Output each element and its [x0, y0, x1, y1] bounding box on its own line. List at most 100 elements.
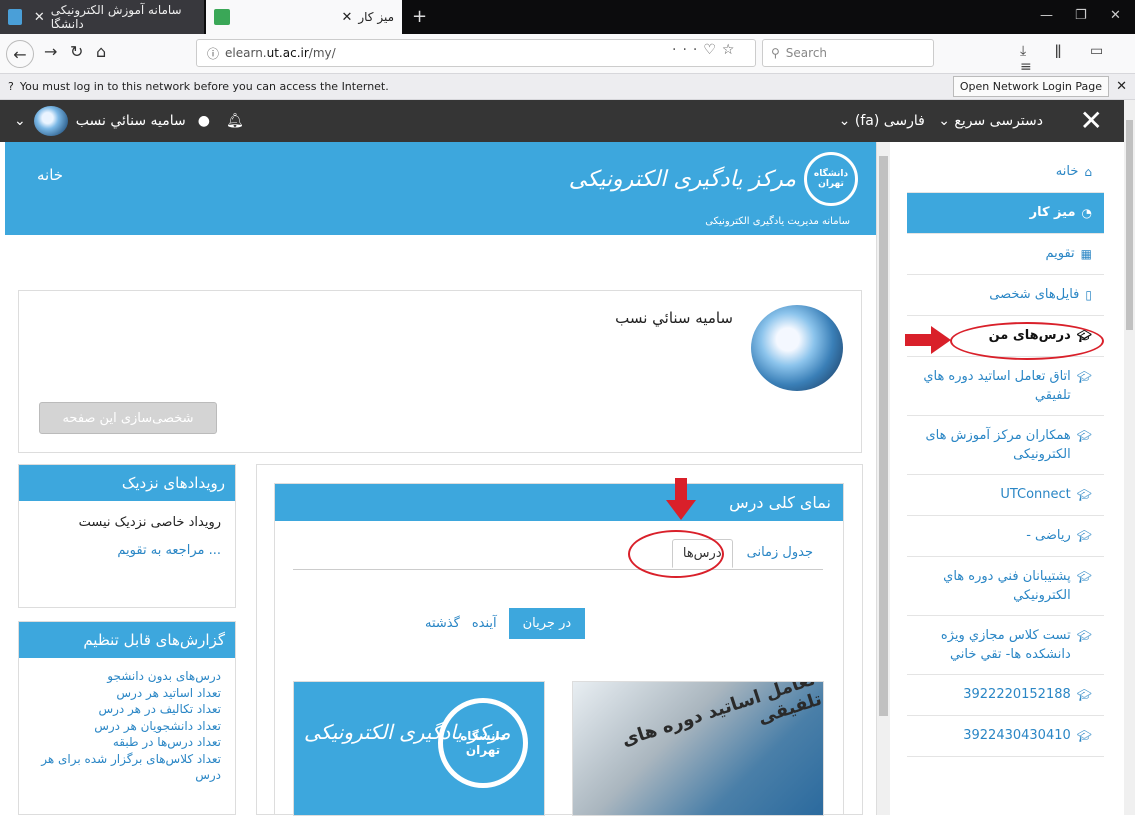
help-icon: ?	[8, 80, 14, 93]
site-favicon-icon	[214, 9, 230, 25]
browser-tab-bar: ✕ سامانه آموزش الکترونیکی دانشگا ✕ میز کا…	[0, 0, 1135, 34]
annotation-arrow-down-icon	[666, 478, 696, 520]
profile-header: سامیه سنائي نسب شخصی‌سازی این صفحه	[18, 290, 862, 453]
notification-bar: ? You must log in to this network before…	[0, 74, 1135, 100]
search-placeholder: Search	[785, 46, 828, 60]
close-tab-icon[interactable]: ✕	[341, 10, 352, 25]
site-logo[interactable]: دانشگاه تهران مرکز یادگیری الکترونیکی سا…	[568, 152, 858, 227]
in-progress-button[interactable]: در جریان	[508, 608, 586, 639]
close-notification-icon[interactable]: ✕	[1116, 79, 1127, 94]
graduation-cap-icon: 🎓︎	[1076, 570, 1092, 584]
graduation-cap-icon: 🎓︎	[1076, 529, 1092, 543]
scrollbar-thumb[interactable]	[1126, 120, 1133, 330]
graduation-cap-icon: 🎓︎	[1076, 370, 1092, 384]
new-tab-icon[interactable]: +	[412, 6, 427, 27]
page-banner: خانه دانشگاه تهران مرکز یادگیری الکترونی…	[5, 142, 876, 235]
graduation-cap-icon: 🎓︎	[1076, 688, 1092, 702]
report-link[interactable]: درس‌های بدون دانشجو	[33, 668, 221, 685]
course-card-image-text: مرکز یادگیری الکترونیکی	[304, 720, 511, 744]
quick-access-menu[interactable]: دسترسی سریع ⌄	[938, 113, 1043, 129]
course-status-filter: در جریان آینده گذشته	[425, 608, 586, 639]
upcoming-events-block: رویدادهای نزدیک رویداد خاصی نزدیک نیست .…	[18, 464, 236, 608]
block-title: نمای کلی درس	[275, 484, 843, 521]
toolbar-icons[interactable]: ⤓ ǁ ▭ ≡	[1020, 43, 1135, 75]
profile-name: سامیه سنائي نسب	[615, 309, 733, 327]
message-icon[interactable]: ●	[198, 113, 210, 129]
home-icon: ⌂	[1084, 165, 1092, 179]
close-drawer-icon[interactable]: ✕	[1080, 104, 1103, 137]
site-favicon-icon	[8, 9, 22, 25]
avatar	[33, 106, 68, 136]
graduation-cap-icon: 🎓︎	[1076, 488, 1092, 502]
drawer-item-course[interactable]: 🎓︎ UTConnect	[907, 475, 1104, 516]
course-card[interactable]: تعامل اساتید دوره های تلفیقی	[572, 681, 824, 816]
language-menu[interactable]: فارسی (fa) ⌄	[839, 113, 925, 129]
profile-avatar[interactable]	[751, 305, 843, 391]
report-link[interactable]: تعداد درس‌ها در طبقه	[33, 734, 221, 751]
scrollbar-thumb[interactable]	[879, 156, 888, 716]
user-menu[interactable]: ⌄ سامیه سنائي نسب ● 🔔︎	[14, 106, 244, 136]
minimize-icon[interactable]: —	[1040, 8, 1053, 23]
tab-dashboard[interactable]: ✕ میز کار	[206, 0, 402, 34]
restore-icon[interactable]: ❐	[1075, 8, 1087, 23]
calendar-icon: ▦	[1080, 247, 1092, 261]
drawer-scrollbar[interactable]	[1124, 100, 1135, 815]
go-to-calendar-link[interactable]: ... مراجعه به تقویم	[19, 533, 235, 568]
report-link[interactable]: تعداد تکالیف در هر درس	[33, 701, 221, 718]
report-link[interactable]: تعداد دانشجويان هر درس	[33, 718, 221, 735]
university-seal-icon: دانشگاه تهران	[804, 152, 858, 206]
drawer-item-course[interactable]: 🎓︎ همکاران مرکز آموزش های الکترونیکی	[907, 416, 1104, 475]
tab-timeline[interactable]: جدول زمانی	[737, 539, 823, 566]
drawer-item-calendar[interactable]: ▦ تقویم	[907, 234, 1104, 275]
course-card[interactable]: دانشگاه تهران مرکز یادگیری الکترونیکی	[293, 681, 545, 816]
customize-page-button[interactable]: شخصی‌سازی این صفحه	[39, 402, 217, 434]
drawer-item-dashboard[interactable]: ◔ میز کار	[907, 193, 1104, 234]
drawer-item-course[interactable]: 🎓︎ ریاضی -	[907, 516, 1104, 557]
tab-elearning[interactable]: ✕ سامانه آموزش الکترونیکی دانشگا	[0, 0, 204, 34]
drawer-item-course[interactable]: 🎓︎ اتاق تعامل اساتید دوره هاي تلفيقي	[907, 357, 1104, 416]
drawer-item-course[interactable]: 🎓︎ 3922220152188	[907, 675, 1104, 716]
user-name: سامیه سنائي نسب	[75, 113, 186, 129]
chevron-down-icon: ⌄	[14, 113, 26, 129]
drawer-item-home[interactable]: ⌂ خانه	[907, 142, 1104, 193]
drawer-item-private-files[interactable]: ▯ فایل‌های شخصی	[907, 275, 1104, 316]
close-window-icon[interactable]: ✕	[1110, 8, 1121, 23]
nav-menus: دسترسی سریع ⌄ فارسی (fa) ⌄	[839, 113, 1043, 129]
notification-text: You must log in to this network before y…	[19, 80, 389, 93]
url-domain: ut.ac.ir	[266, 46, 309, 60]
future-button[interactable]: آینده	[472, 616, 497, 631]
report-link[interactable]: تعداد کلاس‌های برگزار شده برای هر درس	[33, 751, 221, 784]
back-icon[interactable]: ←	[6, 40, 34, 68]
home-icon[interactable]: ⌂	[96, 42, 106, 61]
no-events-text: رویداد خاصی نزدیک نیست	[78, 515, 221, 530]
drawer-item-course[interactable]: 🎓︎ تست کلاس مجازي ويژه دانشکده ها- تقي خا…	[907, 616, 1104, 675]
main-scrollbar[interactable]	[876, 142, 890, 815]
annotation-arrow-right-icon	[905, 326, 951, 354]
url-path: /my/	[308, 46, 336, 60]
forward-icon[interactable]: →	[44, 42, 57, 61]
search-input[interactable]: ⚲ Search	[762, 39, 934, 67]
page-actions-icon[interactable]: ···♡☆	[672, 42, 740, 58]
tab-label: سامانه آموزش الکترونیکی دانشگا	[50, 3, 182, 31]
block-title: رویدادهای نزدیک	[19, 465, 235, 501]
browser-nav-bar: ← → ↻ ⌂ ⓘ elearn. ut.ac.ir/my/ ···♡☆ ⚲ Se…	[0, 34, 1135, 75]
drawer-item-course[interactable]: 🎓︎ پشتيبانان فني دوره هاي الکترونيکي	[907, 557, 1104, 616]
url-prefix: elearn.	[225, 46, 267, 60]
overview-tabs: جدول زمانی درس‌ها	[293, 536, 823, 570]
course-overview-block: نمای کلی درس جدول زمانی درس‌ها در جریان …	[274, 483, 844, 816]
home-link[interactable]: خانه	[37, 166, 63, 184]
past-button[interactable]: گذشته	[425, 616, 460, 631]
drawer-item-course[interactable]: 🎓︎ 3922430430410	[907, 716, 1104, 757]
annotation-circle-my-courses	[950, 322, 1104, 360]
bell-icon[interactable]: 🔔︎	[226, 113, 244, 129]
site-navbar: ✕ دسترسی سریع ⌄ فارسی (fa) ⌄ ⌄ سامیه سنا…	[0, 100, 1135, 142]
nav-drawer: ⌂ خانه ◔ میز کار ▦ تقویم ▯ فایل‌های شخصی 🎓︎ د…	[907, 142, 1104, 757]
reload-icon[interactable]: ↻	[70, 42, 83, 61]
logo-title: مرکز یادگیری الکترونیکی	[568, 166, 796, 192]
info-icon[interactable]: ⓘ	[207, 45, 219, 62]
report-list: درس‌های بدون دانشجو تعداد اساتید هر درس …	[19, 658, 235, 794]
close-tab-icon[interactable]: ✕	[34, 10, 45, 25]
open-network-login-button[interactable]: Open Network Login Page	[952, 76, 1109, 97]
annotation-circle-courses-tab	[628, 530, 724, 578]
report-link[interactable]: تعداد اساتید هر درس	[33, 685, 221, 702]
